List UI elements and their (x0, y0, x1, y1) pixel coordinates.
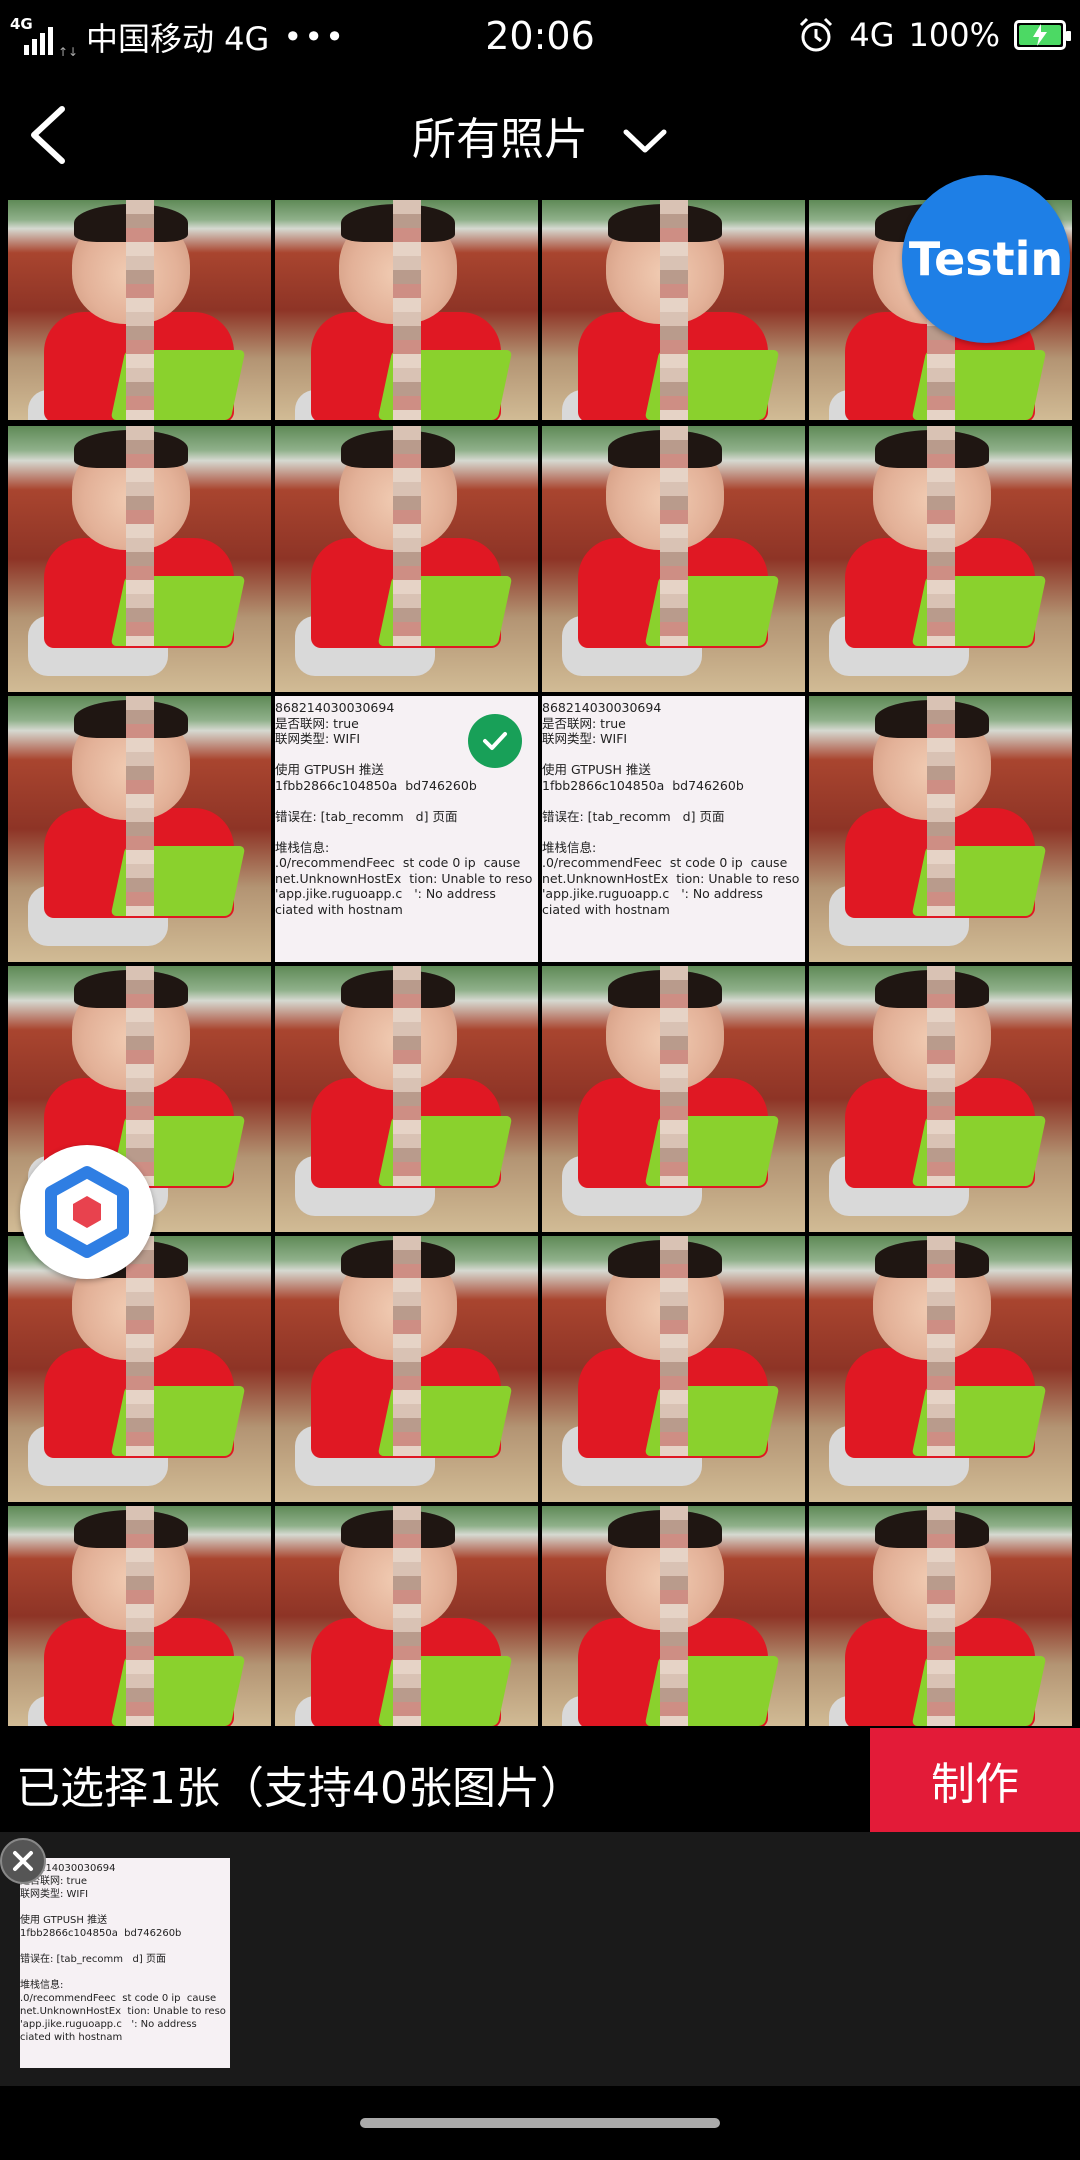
status-bar: 4G ↑↓ 中国移动 4G ••• 20:06 4G 100% (0, 0, 1080, 75)
photo-thumbnail[interactable] (8, 426, 271, 692)
screenshot-thumbnail[interactable]: 868214030030694 是否联网: true 联网类型: WIFI 使用 G… (275, 696, 538, 962)
screenshot-thumbnail[interactable]: 868214030030694 是否联网: true 联网类型: WIFI 使用 G… (542, 696, 805, 962)
photo-thumbnail[interactable] (275, 426, 538, 692)
title-bar: 所有照片 (0, 75, 1080, 195)
photo-thumbnail[interactable] (275, 200, 538, 420)
grid-row (8, 966, 1072, 1232)
photo-thumbnail[interactable] (542, 200, 805, 420)
battery-percent: 100% (908, 16, 1000, 54)
alarm-icon (800, 17, 833, 52)
make-button-label: 制作 (931, 1759, 1019, 1810)
photo-thumbnail[interactable] (8, 1236, 271, 1502)
grid-row (8, 1236, 1072, 1502)
selected-tray: 868214030030694 是否联网: true 联网类型: WIFI 使用 G… (0, 1832, 1080, 2086)
photo-thumbnail[interactable] (8, 1506, 271, 1726)
photo-thumbnail[interactable] (542, 966, 805, 1232)
testin-label: Testin (908, 232, 1064, 286)
selection-info: 已选择1张（支持40张图片） (16, 1763, 584, 1814)
photo-thumbnail[interactable] (275, 1506, 538, 1726)
album-selector[interactable]: 所有照片 (0, 103, 1080, 167)
grid-row (8, 426, 1072, 692)
photo-thumbnail[interactable] (542, 1506, 805, 1726)
page-title: 所有照片 (412, 114, 588, 165)
screenshot-preview: 868214030030694 是否联网: true 联网类型: WIFI 使用 G… (20, 1858, 230, 2068)
screenshot-content: 868214030030694 是否联网: true 联网类型: WIFI 使用 G… (542, 696, 805, 962)
hexagon-logo-icon (45, 1166, 129, 1258)
make-button[interactable]: 制作 (870, 1728, 1080, 1832)
photo-thumbnail[interactable] (809, 1236, 1072, 1502)
home-indicator[interactable] (360, 2118, 720, 2128)
remove-selected-button[interactable] (0, 1838, 46, 1884)
photo-thumbnail[interactable] (809, 1506, 1072, 1726)
network-type: 4G (849, 16, 895, 54)
selection-bar: 已选择1张（支持40张图片） 制作 (0, 1728, 1080, 1832)
battery-charging-icon (1014, 20, 1071, 50)
grid-row: 868214030030694 是否联网: true 联网类型: WIFI 使用 G… (8, 696, 1072, 962)
photo-thumbnail[interactable] (275, 1236, 538, 1502)
testin-floating-button[interactable]: Testin (902, 175, 1070, 343)
photo-thumbnail[interactable] (809, 426, 1072, 692)
photo-thumbnail[interactable] (8, 696, 271, 962)
photo-thumbnail[interactable] (809, 966, 1072, 1232)
photo-thumbnail[interactable] (542, 426, 805, 692)
photo-thumbnail[interactable] (542, 1236, 805, 1502)
assistant-floating-button[interactable] (20, 1145, 154, 1279)
chevron-down-icon (623, 129, 667, 153)
photo-thumbnail[interactable] (275, 966, 538, 1232)
photo-thumbnail[interactable] (809, 696, 1072, 962)
close-icon (13, 1851, 33, 1871)
selected-check-icon[interactable] (468, 714, 522, 768)
photo-thumbnail[interactable] (8, 200, 271, 420)
grid-row (8, 1506, 1072, 1726)
selected-thumbnail[interactable]: 868214030030694 是否联网: true 联网类型: WIFI 使用 G… (20, 1858, 230, 2068)
